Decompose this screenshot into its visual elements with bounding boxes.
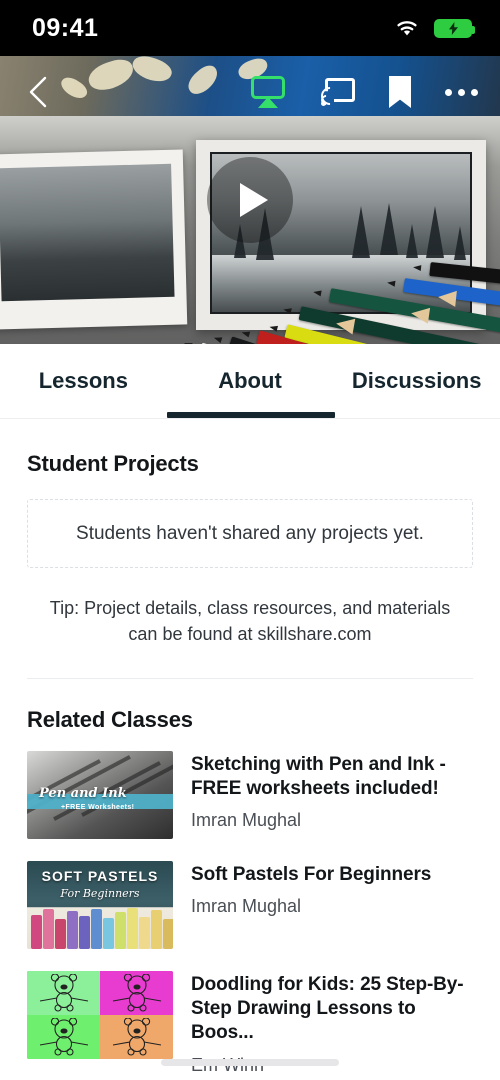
- bookmark-icon: [389, 76, 411, 108]
- section-divider: [27, 678, 473, 680]
- class-author: Imran Mughal: [191, 810, 302, 831]
- hero-navbar: [0, 56, 500, 128]
- tab-lessons[interactable]: Lessons: [0, 344, 167, 418]
- class-title: Sketching with Pen and Ink - FREE worksh…: [191, 754, 446, 800]
- more-options-button[interactable]: [445, 88, 478, 96]
- list-item[interactable]: SOFT PASTELS For Beginners Soft Pastels …: [27, 861, 473, 950]
- bear-doodle-icon: [39, 974, 88, 1012]
- related-classes-heading: Related Classes: [27, 707, 193, 733]
- chromecast-icon: [317, 78, 355, 109]
- class-tabs: Lessons About Discussions: [0, 344, 500, 419]
- cast-button[interactable]: [317, 78, 355, 109]
- list-item[interactable]: Pen and Ink +FREE Worksheets! Sketching …: [27, 751, 473, 840]
- status-indicators: [394, 18, 475, 38]
- class-author: Imran Mughal: [191, 896, 302, 917]
- class-thumbnail: SOFT PASTELS For Beginners: [27, 861, 173, 950]
- thumbnail-title: Pen and Ink: [39, 786, 127, 802]
- thumbnail-title: SOFT PASTELS: [41, 868, 159, 885]
- hero-action-icons: [249, 76, 478, 109]
- status-time: 09:41: [32, 13, 99, 42]
- wifi-icon: [397, 21, 417, 36]
- bookmark-button[interactable]: [389, 76, 411, 108]
- about-content: Student Projects Students haven't shared…: [0, 451, 500, 1076]
- empty-state-message: Students haven't shared any projects yet…: [76, 522, 424, 544]
- student-projects-heading: Student Projects: [27, 451, 199, 476]
- class-video-hero[interactable]: [0, 56, 500, 344]
- more-options-icon: [445, 88, 478, 96]
- class-thumbnail: [27, 971, 173, 1060]
- class-thumbnail: Pen and Ink +FREE Worksheets!: [27, 751, 173, 840]
- project-tip-text: Tip: Project details, class resources, a…: [49, 598, 451, 645]
- airplay-icon: [249, 76, 287, 108]
- home-indicator: [161, 1059, 339, 1066]
- tab-about[interactable]: About: [166, 344, 335, 418]
- app-screen: 09:41 Lessons About Discussions Student …: [0, 0, 500, 1080]
- status-bar: 09:41: [0, 0, 500, 56]
- bear-doodle-icon: [39, 1018, 88, 1056]
- back-button[interactable]: [26, 75, 60, 109]
- play-icon: [207, 157, 293, 243]
- class-title: Soft Pastels For Beginners: [191, 864, 432, 886]
- related-classes-list: Pen and Ink +FREE Worksheets! Sketching …: [27, 751, 473, 1075]
- bear-doodle-icon: [112, 1018, 161, 1056]
- thumbnail-subtitle: For Beginners: [60, 887, 140, 901]
- battery-charging-icon: [434, 18, 475, 38]
- back-chevron-icon: [29, 76, 47, 108]
- bear-doodle-icon: [112, 974, 161, 1012]
- airplay-button[interactable]: [249, 76, 287, 108]
- tab-discussions[interactable]: Discussions: [333, 344, 500, 418]
- class-title: Doodling for Kids: 25 Step-By-Step Drawi…: [191, 974, 464, 1044]
- student-projects-empty-state: Students haven't shared any projects yet…: [27, 499, 473, 568]
- thumbnail-subtitle: +FREE Worksheets!: [61, 803, 135, 811]
